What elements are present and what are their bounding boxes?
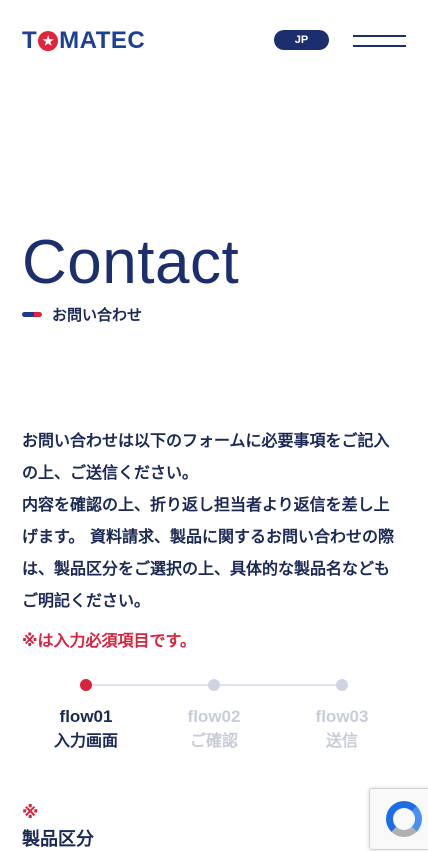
logo-text-suffix: MATEC bbox=[59, 27, 146, 54]
accent-bar-icon bbox=[22, 311, 42, 317]
site-header: T MATEC JP bbox=[0, 0, 428, 80]
flow-step-1: flow01 入力画面 bbox=[31, 706, 141, 754]
logo-star-icon bbox=[38, 31, 59, 51]
hamburger-menu-icon[interactable] bbox=[353, 33, 406, 47]
flow-step-label: ご確認 bbox=[189, 731, 238, 750]
flow-step-label: 入力画面 bbox=[53, 731, 118, 750]
flow-step-number: flow03 bbox=[315, 707, 369, 726]
flow-step-number: flow01 bbox=[59, 707, 113, 726]
flow-step-dot bbox=[208, 679, 220, 691]
flow-step-dot bbox=[80, 679, 92, 691]
page-subtitle: お問い合わせ bbox=[52, 305, 143, 324]
page-title: Contact bbox=[22, 228, 240, 297]
page-subtitle-row: お問い合わせ bbox=[22, 303, 142, 325]
flow-step-2: flow02 ご確認 bbox=[159, 706, 269, 754]
tomatec-logo[interactable]: T MATEC bbox=[22, 27, 146, 54]
flow-step-label: 送信 bbox=[325, 731, 358, 750]
language-toggle-button[interactable]: JP bbox=[274, 30, 329, 50]
flow-step-dot bbox=[336, 679, 348, 691]
flow-steps: flow01 入力画面 flow02 ご確認 flow03 送信 bbox=[0, 676, 428, 756]
recaptcha-badge[interactable] bbox=[369, 788, 428, 850]
intro-paragraph: お問い合わせは以下のフォームに必要事項をご記入の上、ご送信ください。 bbox=[22, 431, 390, 482]
flow-step-3: flow03 送信 bbox=[287, 706, 397, 754]
flow-step-number: flow02 bbox=[187, 707, 241, 726]
logo-text-prefix: T bbox=[22, 27, 38, 54]
required-mark: ※ bbox=[22, 803, 39, 823]
menu-line bbox=[353, 35, 406, 37]
menu-line bbox=[353, 45, 406, 47]
intro-paragraph: 内容を確認の上、折り返し担当者より返信を差し上げます。 資料請求、製品に関するお… bbox=[22, 495, 394, 610]
product-category-label: 製品区分 bbox=[22, 829, 94, 850]
intro-text: お問い合わせは以下のフォームに必要事項をご記入の上、ご送信ください。 内容を確認… bbox=[22, 425, 400, 617]
recaptcha-icon bbox=[386, 801, 422, 837]
required-note: ※は入力必須項目です。 bbox=[22, 631, 196, 650]
